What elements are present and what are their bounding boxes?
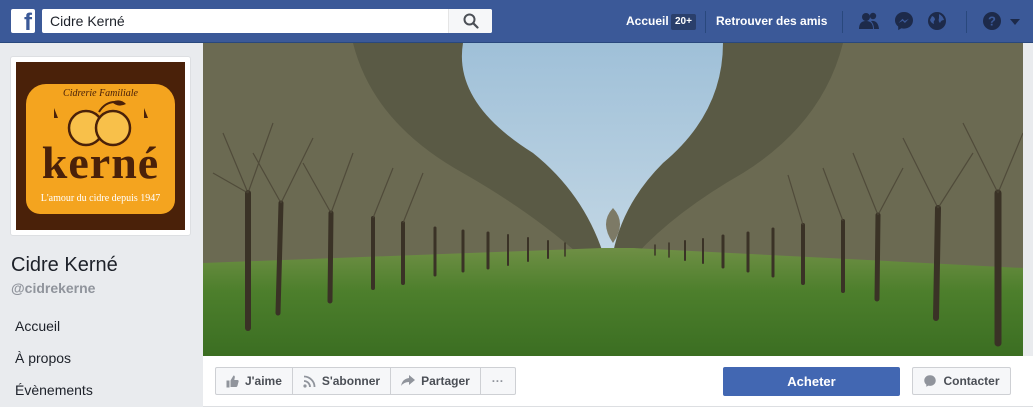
logo-brand-name: kerné (41, 137, 160, 188)
account-menu-chevron-icon[interactable] (1008, 10, 1022, 32)
share-arrow-icon (401, 375, 416, 386)
follow-button[interactable]: S'abonner (292, 367, 392, 395)
contact-button-label: Contacter (943, 374, 1000, 388)
brand-logo: Cidrerie Familiale kerné L'amour du cidr… (16, 62, 185, 230)
share-button[interactable]: Partager (391, 367, 481, 395)
action-button-group: J'aime S'abonner Partager ··· (215, 367, 516, 395)
search-button[interactable] (448, 9, 492, 33)
share-button-label: Partager (421, 374, 470, 388)
contact-button[interactable]: Contacter (912, 367, 1011, 395)
sidebar-item-accueil[interactable]: Accueil (15, 318, 60, 334)
follow-button-label: S'abonner (321, 374, 381, 388)
search-input[interactable] (42, 9, 442, 33)
messenger-icon[interactable] (893, 10, 915, 32)
facebook-logo-icon[interactable]: f (11, 9, 35, 33)
messenger-contact-icon (924, 375, 937, 387)
nav-find-friends-link[interactable]: Retrouver des amis (716, 14, 827, 28)
search-icon (463, 13, 479, 29)
svg-text:?: ? (988, 14, 996, 29)
buy-button[interactable]: Acheter (723, 367, 900, 396)
page-title[interactable]: Cidre Kerné (11, 254, 118, 277)
search-box (42, 9, 492, 33)
thumbs-up-icon (226, 375, 239, 387)
home-notification-badge: 20+ (671, 14, 696, 30)
nav-divider (705, 11, 706, 33)
profile-picture[interactable]: Cidrerie Familiale kerné L'amour du cidr… (10, 56, 191, 236)
nav-home-link[interactable]: Accueil (626, 14, 669, 28)
sidebar-item-a-propos[interactable]: À propos (15, 350, 71, 366)
logo-tagline: L'amour du cidre depuis 1947 (40, 193, 161, 204)
help-icon[interactable]: ? (981, 10, 1003, 32)
orchard-cover-image (203, 43, 1023, 356)
like-button[interactable]: J'aime (215, 367, 293, 395)
nav-divider (966, 11, 967, 33)
notifications-globe-icon[interactable] (926, 10, 948, 32)
cover-photo[interactable] (203, 43, 1023, 356)
page-action-bar: J'aime S'abonner Partager ··· Acheter Co… (203, 356, 1033, 407)
friend-requests-icon[interactable] (858, 10, 880, 32)
rss-follow-icon (303, 375, 316, 388)
more-options-button[interactable]: ··· (480, 367, 516, 395)
nav-divider (842, 11, 843, 33)
logo-top-text: Cidrerie Familiale (63, 88, 138, 99)
top-navigation-bar: f Accueil 20+ Retrouver des amis ? (0, 0, 1033, 43)
more-options-icon: ··· (491, 374, 504, 388)
page-username[interactable]: @cidrekerne (11, 280, 95, 296)
like-button-label: J'aime (245, 374, 282, 388)
sidebar-item-evenements[interactable]: Évènements (15, 382, 93, 398)
